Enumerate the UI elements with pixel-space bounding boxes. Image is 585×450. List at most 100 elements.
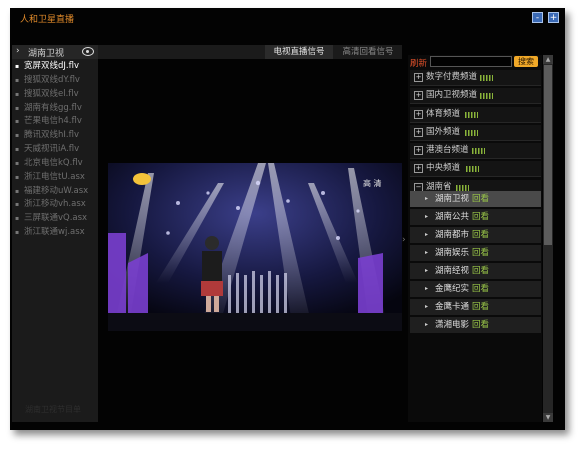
replay-link[interactable]: 回看 — [472, 245, 489, 261]
bullet-icon: ▪ — [15, 132, 20, 140]
stream-label: 宽屏双线dJ.flv — [24, 61, 79, 71]
signal-strength-icon — [480, 93, 493, 100]
signal-strength-icon — [480, 75, 493, 81]
expand-icon[interactable]: + — [414, 146, 423, 155]
play-arrow-icon: ▸ — [425, 231, 429, 238]
category-item[interactable]: + 港澳台频道 — [410, 143, 541, 159]
sub-channel-item[interactable]: ▸ 湖南都市 回看 — [410, 227, 541, 243]
replay-link[interactable]: 回看 — [472, 191, 489, 207]
stream-item[interactable]: ▪ 腾讯双线hI.flv — [15, 129, 99, 143]
expand-arrow-icon[interactable]: › — [16, 46, 20, 56]
replay-link[interactable]: 回看 — [472, 299, 489, 315]
signal-strength-icon — [465, 111, 478, 118]
stream-item[interactable]: ▪ 搜狐双线dY.flv — [15, 74, 99, 88]
bullet-icon: ▪ — [15, 201, 20, 209]
stream-list: ▪ 宽屏双线dJ.flv ▪ 搜狐双线dY.flv ▪ 搜狐双线el.flv ▪ 湖南有线gg… — [15, 60, 99, 240]
sub-channel-item[interactable]: ▸ 湖南经视 回看 — [410, 263, 541, 279]
channel-name: 金鹰卡通 — [435, 302, 470, 312]
stream-item[interactable]: ▪ 福建移动uW.asx — [15, 185, 99, 199]
bullet-icon: ▪ — [15, 187, 20, 195]
stream-item[interactable]: ▪ 天威视讯iA.flv — [15, 143, 99, 157]
replay-link[interactable]: 回看 — [472, 281, 489, 297]
channel-name: 金鹰纪实 — [435, 284, 470, 294]
category-item[interactable]: + 国内卫视频道 — [410, 88, 541, 105]
channel-name: 湖南公共 — [435, 212, 470, 222]
stream-label: 搜狐双线dY.flv — [24, 74, 80, 85]
title-bar[interactable]: 人和卫星直播 - + — [10, 8, 565, 28]
category-label: 港澳台频道 — [426, 145, 469, 155]
sub-channel-item[interactable]: ▸ 湖南娱乐 回看 — [410, 245, 541, 261]
stream-item[interactable]: ▪ 三屏联通vQ.asx — [15, 212, 99, 226]
minimize-button[interactable]: - — [532, 12, 543, 23]
replay-link[interactable]: 回看 — [472, 227, 489, 243]
sub-channel-item[interactable]: ▸ 金鹰纪实 回看 — [410, 281, 541, 297]
sub-channel-item[interactable]: ▸ 金鹰卡通 回看 — [410, 299, 541, 315]
signal-strength-icon — [466, 166, 479, 173]
tab-live-signal[interactable]: 电视直播信号 — [265, 45, 333, 59]
expand-icon[interactable]: + — [414, 109, 423, 119]
stream-item[interactable]: ▪ 北京电信kQ.flv — [15, 157, 99, 171]
scroll-up-icon[interactable]: ▲ — [543, 55, 553, 64]
replay-link[interactable]: 回看 — [472, 317, 489, 333]
hd-logo-overlay: 高 清 — [363, 179, 382, 188]
scrollbar[interactable]: ▲ ▼ — [543, 55, 553, 422]
stream-label: 浙江移动vh.asx — [24, 199, 86, 210]
sub-channel-item[interactable]: ▸ 湖南公共 回看 — [410, 209, 541, 225]
category-item[interactable]: + 体育频道 — [410, 106, 541, 123]
play-arrow-icon: ▸ — [425, 249, 429, 256]
category-item[interactable]: + 国外频道 — [410, 124, 541, 141]
maximize-button[interactable]: + — [548, 12, 559, 23]
stream-label: 腾讯双线hI.flv — [24, 130, 79, 141]
bullet-icon: ▪ — [15, 63, 20, 70]
scroll-thumb[interactable] — [544, 65, 552, 245]
stream-label: 天威视讯iA.flv — [24, 144, 80, 155]
stream-item[interactable]: ▪ 芒果电信h4.flv — [15, 115, 99, 129]
sub-channel-list: ▸ 湖南卫视 回看 ▸ 湖南公共 回看 ▸ 湖南都市 回看 ▸ 湖南娱乐 回看 ▸ 湖南经视 回看 ▸ 金鹰纪实… — [410, 191, 541, 335]
expand-icon[interactable]: + — [414, 73, 423, 82]
channel-header[interactable]: › 湖南卫视 — [12, 45, 98, 59]
play-arrow-icon: ▸ — [425, 195, 429, 202]
play-arrow-icon: ▸ — [425, 321, 429, 328]
search-input[interactable] — [430, 56, 512, 67]
app-title: 人和卫星直播 — [20, 15, 75, 25]
category-label: 体育频道 — [426, 108, 461, 119]
scroll-down-icon[interactable]: ▼ — [543, 413, 553, 422]
program-guide-label[interactable]: 湖南卫视节目单 — [25, 404, 81, 415]
tab-hd-replay-signal[interactable]: 高清回看信号 — [335, 45, 401, 59]
stream-item[interactable]: ▪ 浙江电信tU.asx — [15, 171, 99, 185]
category-item[interactable]: + 中央频道 — [410, 161, 541, 178]
signal-strength-icon — [472, 148, 485, 154]
bullet-icon: ▪ — [15, 146, 20, 154]
stream-item[interactable]: ▪ 浙江联通wj.asx — [15, 226, 99, 240]
video-player[interactable] — [108, 163, 402, 331]
play-arrow-icon: ▸ — [425, 267, 429, 274]
expand-icon[interactable]: + — [414, 127, 423, 137]
replay-link[interactable]: 回看 — [472, 263, 489, 279]
bullet-icon: ▪ — [15, 90, 20, 98]
stream-item[interactable]: ▪ 浙江移动vh.asx — [15, 198, 99, 212]
stream-item[interactable]: ▪ 湖南有线gg.flv — [15, 102, 99, 116]
stream-label: 浙江联通wj.asx — [24, 227, 85, 238]
sub-channel-item[interactable]: ▸ 潇湘电影 回看 — [410, 317, 541, 333]
refresh-button[interactable]: 刷新 — [410, 57, 427, 69]
sub-channel-item[interactable]: ▸ 湖南卫视 回看 — [410, 191, 541, 207]
replay-link[interactable]: 回看 — [472, 209, 489, 225]
category-item[interactable]: + 数字付费频道 — [410, 70, 541, 86]
search-button[interactable]: 搜索 — [514, 56, 538, 67]
bullet-icon: ▪ — [15, 118, 20, 126]
bullet-icon: ▪ — [15, 229, 20, 237]
expand-icon[interactable]: + — [414, 164, 423, 174]
bullet-icon: ▪ — [15, 76, 20, 84]
stream-label: 湖南有线gg.flv — [24, 102, 82, 113]
eye-icon[interactable] — [82, 47, 94, 56]
category-list: + 数字付费频道 + 国内卫视频道 + 体育频道 + 国外频道 + 港澳台频道 + 中央频道 − 湖南省 — [410, 70, 541, 198]
expand-icon[interactable]: + — [414, 91, 423, 101]
stream-item[interactable]: ▪ 宽屏双线dJ.flv — [15, 60, 99, 74]
bullet-icon: ▪ — [15, 159, 20, 167]
stream-label: 芒果电信h4.flv — [24, 116, 82, 127]
category-label: 国内卫视频道 — [426, 90, 478, 101]
bullet-icon: ▪ — [15, 173, 20, 181]
stream-item[interactable]: ▪ 搜狐双线el.flv — [15, 88, 99, 102]
category-label: 中央频道 — [426, 163, 461, 174]
collapse-panel-icon[interactable]: › — [402, 235, 406, 245]
